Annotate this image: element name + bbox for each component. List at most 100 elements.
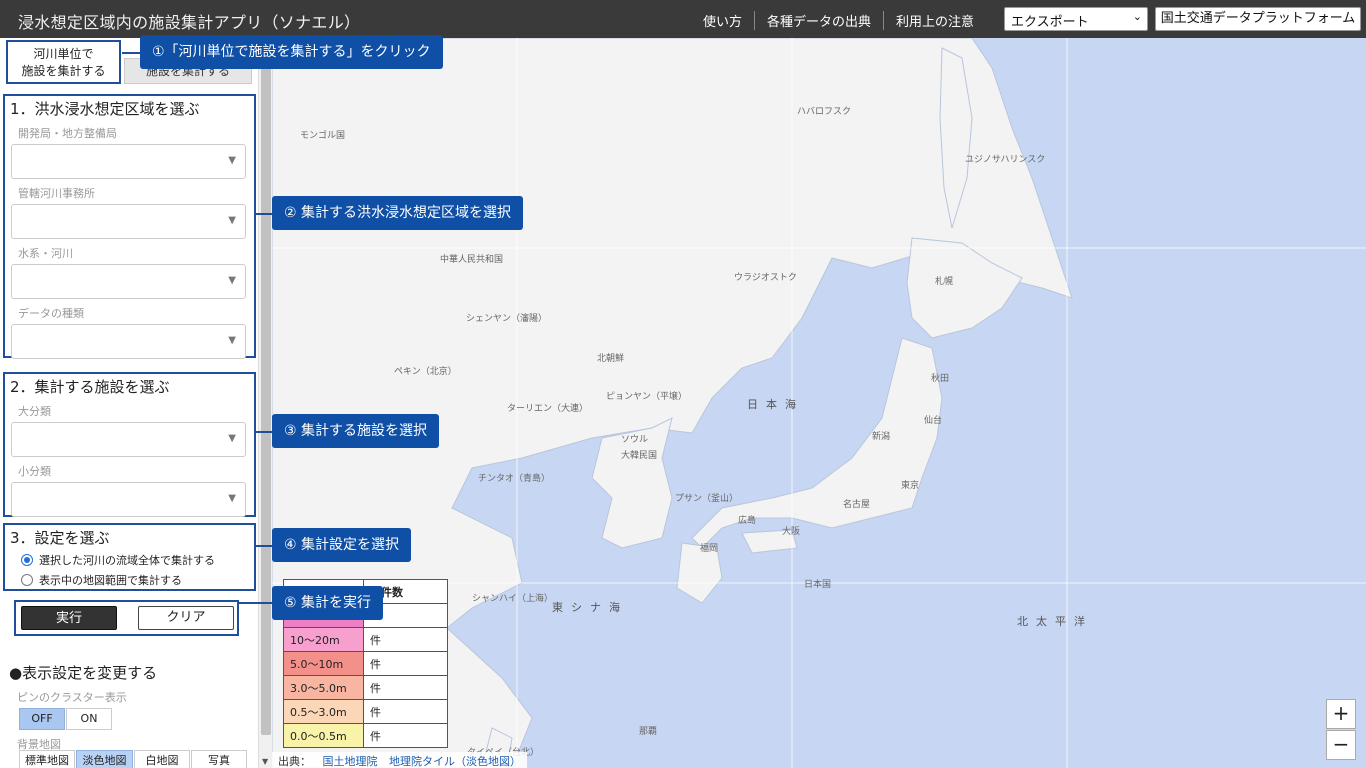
office-label: 管轄河川事務所: [18, 187, 95, 200]
tab-river-label-2: 施設を集計する: [21, 64, 106, 78]
zoom-out-button[interactable]: −: [1326, 730, 1356, 760]
map-label: ペキン（北京）: [394, 367, 457, 377]
callout-connector: [122, 52, 140, 54]
radio-map-extent-label: 表示中の地図範囲で集計する: [39, 574, 182, 587]
nav-notes-link[interactable]: 利用上の注意: [882, 11, 986, 30]
clear-button[interactable]: クリア: [138, 606, 234, 630]
step3-title: 3．設定を選ぶ: [10, 529, 110, 547]
map-label: モンゴル国: [300, 131, 346, 141]
chevron-down-icon: ▼: [228, 433, 236, 444]
bg-standard-button[interactable]: 標準地図: [19, 750, 75, 768]
legend-count: 件: [363, 627, 448, 652]
legend-range: 10〜20m: [283, 627, 364, 652]
map-label: プサン（釜山）: [675, 494, 739, 504]
radio-unchecked-icon[interactable]: [21, 574, 33, 586]
map-label: チンタオ（青島）: [478, 474, 551, 484]
minor-category-label: 小分類: [18, 465, 51, 478]
map-label: ハバロフスク: [797, 107, 852, 117]
sea-label: 北太平洋: [1017, 615, 1093, 628]
nav-usage-link[interactable]: 使い方: [691, 11, 754, 30]
sea-label: 日本海: [747, 398, 804, 411]
callout-connector: [256, 213, 272, 215]
callout-step2: ② 集計する洪水浸水想定区域を選択: [272, 196, 524, 230]
map-label: 中華人民共和国: [440, 255, 504, 265]
map-label: ウラジオストク: [734, 273, 797, 283]
map-label: シェンヤン（瀋陽）: [466, 314, 548, 324]
platform-button[interactable]: 国土交通データプラットフォーム: [1155, 7, 1361, 31]
callout-connector: [239, 602, 272, 604]
map-label: 北朝鮮: [597, 354, 625, 364]
map-label: ピョンヤン（平壌）: [606, 392, 688, 402]
map-label: 福岡: [700, 544, 719, 554]
minor-category-select[interactable]: ▼: [11, 482, 246, 517]
radio-whole-basin-label: 選択した河川の流域全体で集計する: [39, 554, 215, 567]
map-label: ソウル: [621, 435, 649, 445]
map-label: 那覇: [639, 727, 658, 737]
major-category-select[interactable]: ▼: [11, 422, 246, 457]
chevron-down-icon: ▼: [228, 275, 236, 286]
map-label: 新潟: [872, 432, 891, 442]
step1-title: 1．洪水浸水想定区域を選ぶ: [10, 100, 200, 118]
map-label: 広島: [738, 516, 757, 526]
nav-sources-link[interactable]: 各種データの出典: [753, 11, 883, 30]
app-title: 浸水想定区域内の施設集計アプリ（ソナエル）: [18, 13, 361, 32]
attribution-gsi-link[interactable]: 国土地理院: [323, 755, 378, 768]
radio-map-extent[interactable]: 表示中の地図範囲で集計する: [21, 572, 254, 588]
callout-step5: ⑤ 集計を実行: [272, 586, 384, 620]
river-select[interactable]: ▼: [11, 264, 246, 299]
map-label: 名古屋: [843, 500, 871, 510]
step2-section: 2．集計する施設を選ぶ 大分類 ▼ 小分類 ▼: [3, 372, 256, 517]
zoom-in-button[interactable]: +: [1326, 699, 1356, 729]
callout-step1: ①「河川単位で施設を集計する」をクリック: [140, 35, 443, 69]
sidebar-scrollbar[interactable]: ▼: [258, 38, 272, 768]
export-select-label: エクスポート: [1011, 15, 1089, 30]
run-button[interactable]: 実行: [21, 606, 117, 630]
sea-label: 東シナ海: [552, 601, 628, 614]
bureau-select[interactable]: ▼: [11, 144, 246, 179]
header-nav: 使い方 各種データの出典 利用上の注意: [691, 11, 986, 30]
legend-range: 3.0〜5.0m: [283, 675, 364, 700]
legend-range: 0.0〜0.5m: [283, 723, 364, 748]
legend-count: 件: [363, 675, 448, 700]
chevron-down-icon: ▼: [228, 493, 236, 504]
sidebar: 河川単位で 施設を集計する 施設を集計する 1．洪水浸水想定区域を選ぶ 開発局・…: [0, 38, 258, 768]
tab-river-aggregate[interactable]: 河川単位で 施設を集計する: [6, 40, 121, 84]
attribution-tile-link[interactable]: 地理院タイル（淡色地図）: [389, 755, 521, 768]
bg-photo-button[interactable]: 写真: [191, 750, 247, 768]
bg-blank-button[interactable]: 白地図: [134, 750, 190, 768]
export-select[interactable]: エクスポート ⌄: [1004, 7, 1148, 31]
legend-range: 5.0〜10m: [283, 651, 364, 676]
map-label: 大韓民国: [621, 451, 658, 461]
map-label: 東京: [901, 481, 920, 491]
scrollbar-thumb[interactable]: [261, 40, 271, 735]
legend-count: 件: [363, 651, 448, 676]
cluster-label: ピンのクラスター表示: [17, 691, 127, 704]
legend-count: 件: [363, 723, 448, 748]
bureau-label: 開発局・地方整備局: [18, 127, 117, 140]
scroll-down-icon[interactable]: ▼: [262, 757, 268, 766]
legend-range: 0.5〜3.0m: [283, 699, 364, 724]
data-type-select[interactable]: ▼: [11, 324, 246, 359]
attribution-prefix: 出典：: [278, 755, 311, 768]
chevron-down-icon: ▼: [228, 155, 236, 166]
callout-connector: [256, 431, 272, 433]
map-view[interactable]: ハバロフスク モンゴル国 ユジノサハリンスク 中華人民共和国 ウラジオストク シ…: [272, 38, 1366, 768]
map-label: 日本国: [804, 580, 832, 590]
action-box: 実行 クリア: [14, 600, 239, 636]
chevron-down-icon: ⌄: [1132, 10, 1142, 23]
chevron-down-icon: ▼: [228, 215, 236, 226]
cluster-on-toggle[interactable]: ON: [66, 708, 112, 730]
bg-pale-button[interactable]: 淡色地図: [76, 750, 133, 768]
map-label: 大阪: [782, 527, 801, 537]
radio-whole-basin[interactable]: 選択した河川の流域全体で集計する: [21, 552, 254, 568]
map-label: 仙台: [924, 416, 943, 426]
map-label: 秋田: [931, 374, 950, 384]
map-attribution: 出典： 国土地理院 地理院タイル（淡色地図）: [272, 752, 527, 768]
callout-connector: [256, 545, 272, 547]
map-label: ユジノサハリンスク: [965, 155, 1046, 165]
radio-checked-icon[interactable]: [21, 554, 33, 566]
callout-step4: ④ 集計設定を選択: [272, 528, 412, 562]
step2-title: 2．集計する施設を選ぶ: [10, 378, 170, 396]
cluster-off-toggle[interactable]: OFF: [19, 708, 65, 730]
office-select[interactable]: ▼: [11, 204, 246, 239]
